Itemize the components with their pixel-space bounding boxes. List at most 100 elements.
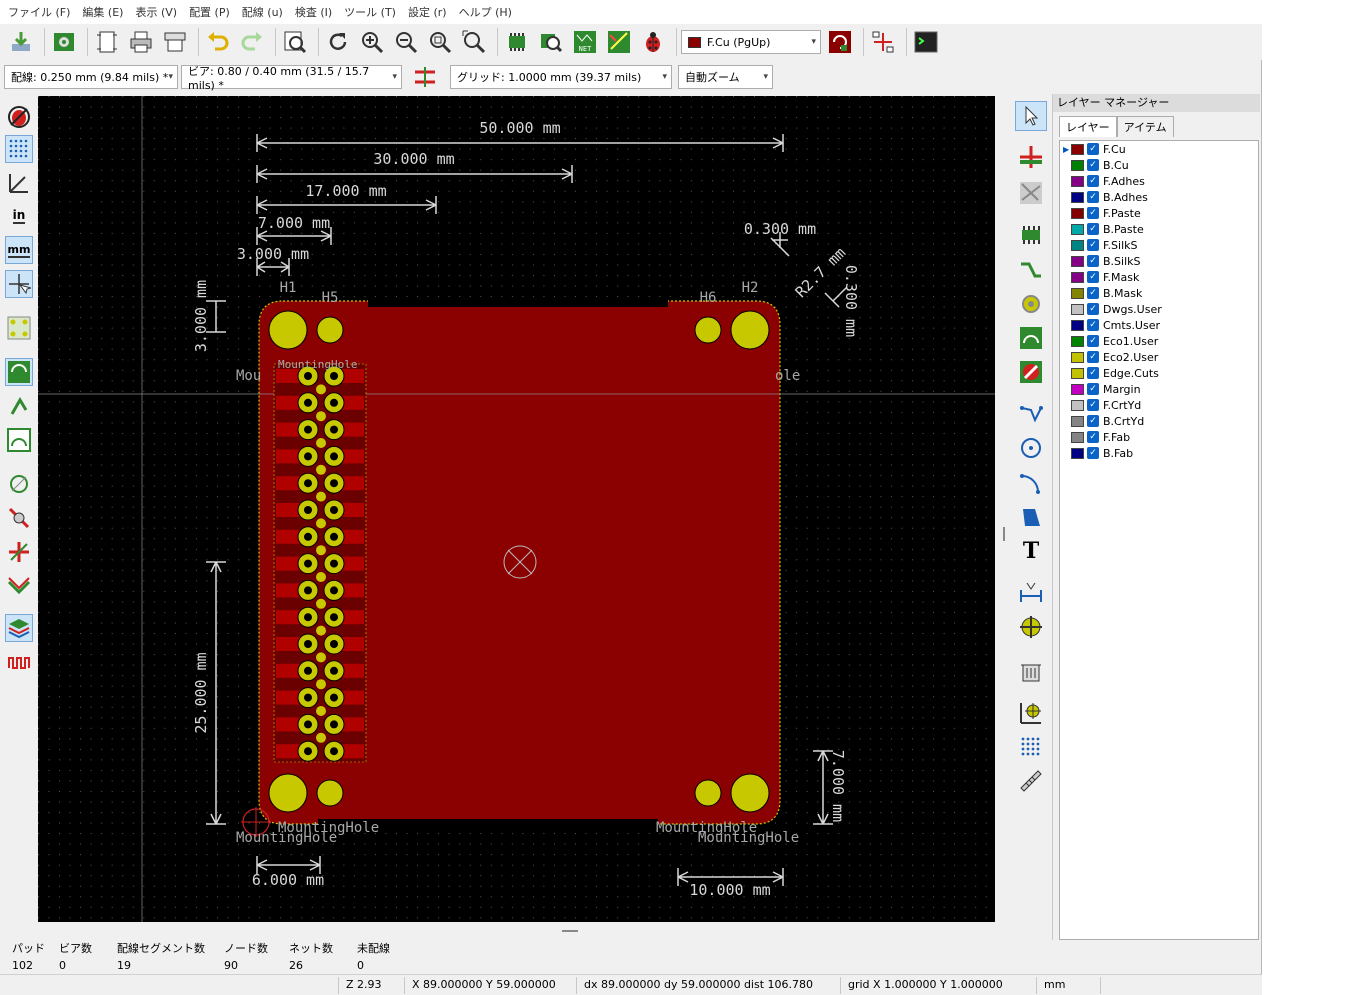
active-layer-select[interactable]: F.Cu (PgUp) ▾ xyxy=(681,30,821,54)
layer-color-swatch[interactable] xyxy=(1071,383,1084,395)
update-from-schematic-button[interactable]: NET xyxy=(570,27,600,57)
zone-outline-toggle[interactable] xyxy=(5,392,33,420)
layer-visibility-checkbox[interactable]: ✓ xyxy=(1087,159,1099,171)
pcb-canvas[interactable]: 50.000 mm 30.000 mm 17.000 mm 7.000 mm 3… xyxy=(38,96,995,922)
zoom-selection-button[interactable] xyxy=(459,27,489,57)
layer-visibility-checkbox[interactable]: ✓ xyxy=(1087,255,1099,267)
layer-row[interactable]: ✓ Edge.Cuts xyxy=(1060,365,1258,381)
layer-visibility-checkbox[interactable]: ✓ xyxy=(1087,239,1099,251)
add-keepout-button[interactable] xyxy=(1015,357,1047,387)
zoom-out-button[interactable] xyxy=(391,27,421,57)
add-zone-button[interactable] xyxy=(1015,323,1047,353)
layer-manager-toggle[interactable] xyxy=(5,614,33,642)
grid-toggle[interactable] xyxy=(5,135,33,163)
layer-row[interactable]: ✓ Eco2.User xyxy=(1060,349,1258,365)
layer-visibility-checkbox[interactable]: ✓ xyxy=(1087,351,1099,363)
layer-color-swatch[interactable] xyxy=(1071,287,1084,299)
layer-row[interactable]: ✓ B.Mask xyxy=(1060,285,1258,301)
layer-color-swatch[interactable] xyxy=(1071,143,1084,155)
draw-line-button[interactable] xyxy=(1015,398,1047,428)
delete-tool-button[interactable] xyxy=(1015,656,1047,686)
microwave-tools-toggle[interactable] xyxy=(5,648,33,676)
scripting-button[interactable] xyxy=(604,27,634,57)
layer-color-swatch[interactable] xyxy=(1071,255,1084,267)
add-text-button[interactable]: T xyxy=(1015,536,1047,566)
menu-place[interactable]: 配置 (P) xyxy=(185,4,238,20)
select-tool-button[interactable] xyxy=(1015,101,1047,131)
menu-file[interactable]: ファイル (F) xyxy=(4,4,78,20)
layer-visibility-checkbox[interactable]: ✓ xyxy=(1087,431,1099,443)
layer-visibility-checkbox[interactable]: ✓ xyxy=(1087,207,1099,219)
layer-row[interactable]: ✓ Eco1.User xyxy=(1060,333,1258,349)
layer-color-swatch[interactable] xyxy=(1071,223,1084,235)
layer-row[interactable]: ✓ B.Adhes xyxy=(1060,189,1258,205)
layer-color-swatch[interactable] xyxy=(1071,319,1084,331)
high-contrast-toggle[interactable] xyxy=(5,572,33,600)
layer-row[interactable]: ✓ F.Fab xyxy=(1060,429,1258,445)
menu-route[interactable]: 配線 (u) xyxy=(238,4,291,20)
scripting-console-button[interactable] xyxy=(911,27,941,57)
layer-visibility-checkbox[interactable]: ✓ xyxy=(1087,143,1099,155)
layer-visibility-checkbox[interactable]: ✓ xyxy=(1087,367,1099,379)
layer-color-swatch[interactable] xyxy=(1071,239,1084,251)
page-settings-button[interactable] xyxy=(92,27,122,57)
layer-color-swatch[interactable] xyxy=(1071,175,1084,187)
drill-origin-button[interactable] xyxy=(1015,698,1047,728)
menu-edit[interactable]: 編集 (E) xyxy=(78,4,131,20)
layer-visibility-checkbox[interactable]: ✓ xyxy=(1087,415,1099,427)
measure-tool-button[interactable] xyxy=(1015,766,1047,796)
layer-visibility-checkbox[interactable]: ✓ xyxy=(1087,287,1099,299)
layer-visibility-checkbox[interactable]: ✓ xyxy=(1087,447,1099,459)
tab-layers[interactable]: レイヤー xyxy=(1059,116,1117,137)
add-via-button[interactable] xyxy=(1015,289,1047,319)
redo-button[interactable] xyxy=(237,27,267,57)
layer-row[interactable]: ✓ Margin xyxy=(1060,381,1258,397)
layer-visibility-checkbox[interactable]: ✓ xyxy=(1087,175,1099,187)
plot-button[interactable] xyxy=(160,27,190,57)
redraw-button[interactable] xyxy=(323,27,353,57)
auto-track-width-button[interactable] xyxy=(410,62,440,92)
layer-row[interactable]: ✓ B.SilkS xyxy=(1060,253,1258,269)
layer-row[interactable]: ✓ B.Paste xyxy=(1060,221,1258,237)
layer-visibility-checkbox[interactable]: ✓ xyxy=(1087,383,1099,395)
footprint-viewer-button[interactable] xyxy=(536,27,566,57)
route-track-button[interactable] xyxy=(1015,256,1047,286)
track-sketch-toggle[interactable] xyxy=(5,538,33,566)
footprint-editor-button[interactable] xyxy=(502,27,532,57)
via-size-select[interactable]: ビア: 0.80 / 0.40 mm (31.5 / 15.7 mils) * ▾ xyxy=(181,65,402,92)
layer-color-swatch[interactable] xyxy=(1071,399,1084,411)
layer-row[interactable]: ▶ ✓ F.Cu xyxy=(1060,141,1258,157)
layer-row[interactable]: ✓ F.Adhes xyxy=(1060,173,1258,189)
layer-visibility-checkbox[interactable]: ✓ xyxy=(1087,335,1099,347)
zone-hide-toggle[interactable] xyxy=(5,426,33,454)
drc-markers-toggle[interactable] xyxy=(5,103,33,131)
grid-select[interactable]: グリッド: 1.0000 mm (39.37 mils) ▾ xyxy=(450,65,672,89)
layer-color-swatch[interactable] xyxy=(1071,303,1084,315)
layer-row[interactable]: ✓ Cmts.User xyxy=(1060,317,1258,333)
draw-arc-button[interactable] xyxy=(1015,468,1047,498)
mm-units-toggle[interactable]: mm xyxy=(5,236,33,264)
zoom-in-button[interactable] xyxy=(357,27,387,57)
layer-row[interactable]: ✓ F.SilkS xyxy=(1060,237,1258,253)
layer-row[interactable]: ✓ Dwgs.User xyxy=(1060,301,1258,317)
layer-color-swatch[interactable] xyxy=(1071,191,1084,203)
menu-view[interactable]: 表示 (V) xyxy=(131,4,185,20)
layer-color-swatch[interactable] xyxy=(1071,159,1084,171)
menu-preferences[interactable]: 設定 (r) xyxy=(404,4,455,20)
layer-visibility-checkbox[interactable]: ✓ xyxy=(1087,223,1099,235)
polar-coords-toggle[interactable] xyxy=(5,169,33,197)
layer-color-swatch[interactable] xyxy=(1071,335,1084,347)
board-setup-button[interactable] xyxy=(49,27,79,57)
zoom-fit-button[interactable] xyxy=(425,27,455,57)
zoom-select[interactable]: 自動ズーム ▾ xyxy=(678,65,773,89)
menu-help[interactable]: ヘルプ (H) xyxy=(455,4,520,20)
layer-row[interactable]: ✓ F.Mask xyxy=(1060,269,1258,285)
layer-color-swatch[interactable] xyxy=(1071,271,1084,283)
layer-visibility-checkbox[interactable]: ✓ xyxy=(1087,319,1099,331)
layer-color-swatch[interactable] xyxy=(1071,351,1084,363)
layer-color-swatch[interactable] xyxy=(1071,431,1084,443)
layer-color-swatch[interactable] xyxy=(1071,367,1084,379)
layer-row[interactable]: ✓ B.Cu xyxy=(1060,157,1258,173)
layer-color-swatch[interactable] xyxy=(1071,207,1084,219)
highlight-net-button[interactable] xyxy=(1015,142,1047,172)
